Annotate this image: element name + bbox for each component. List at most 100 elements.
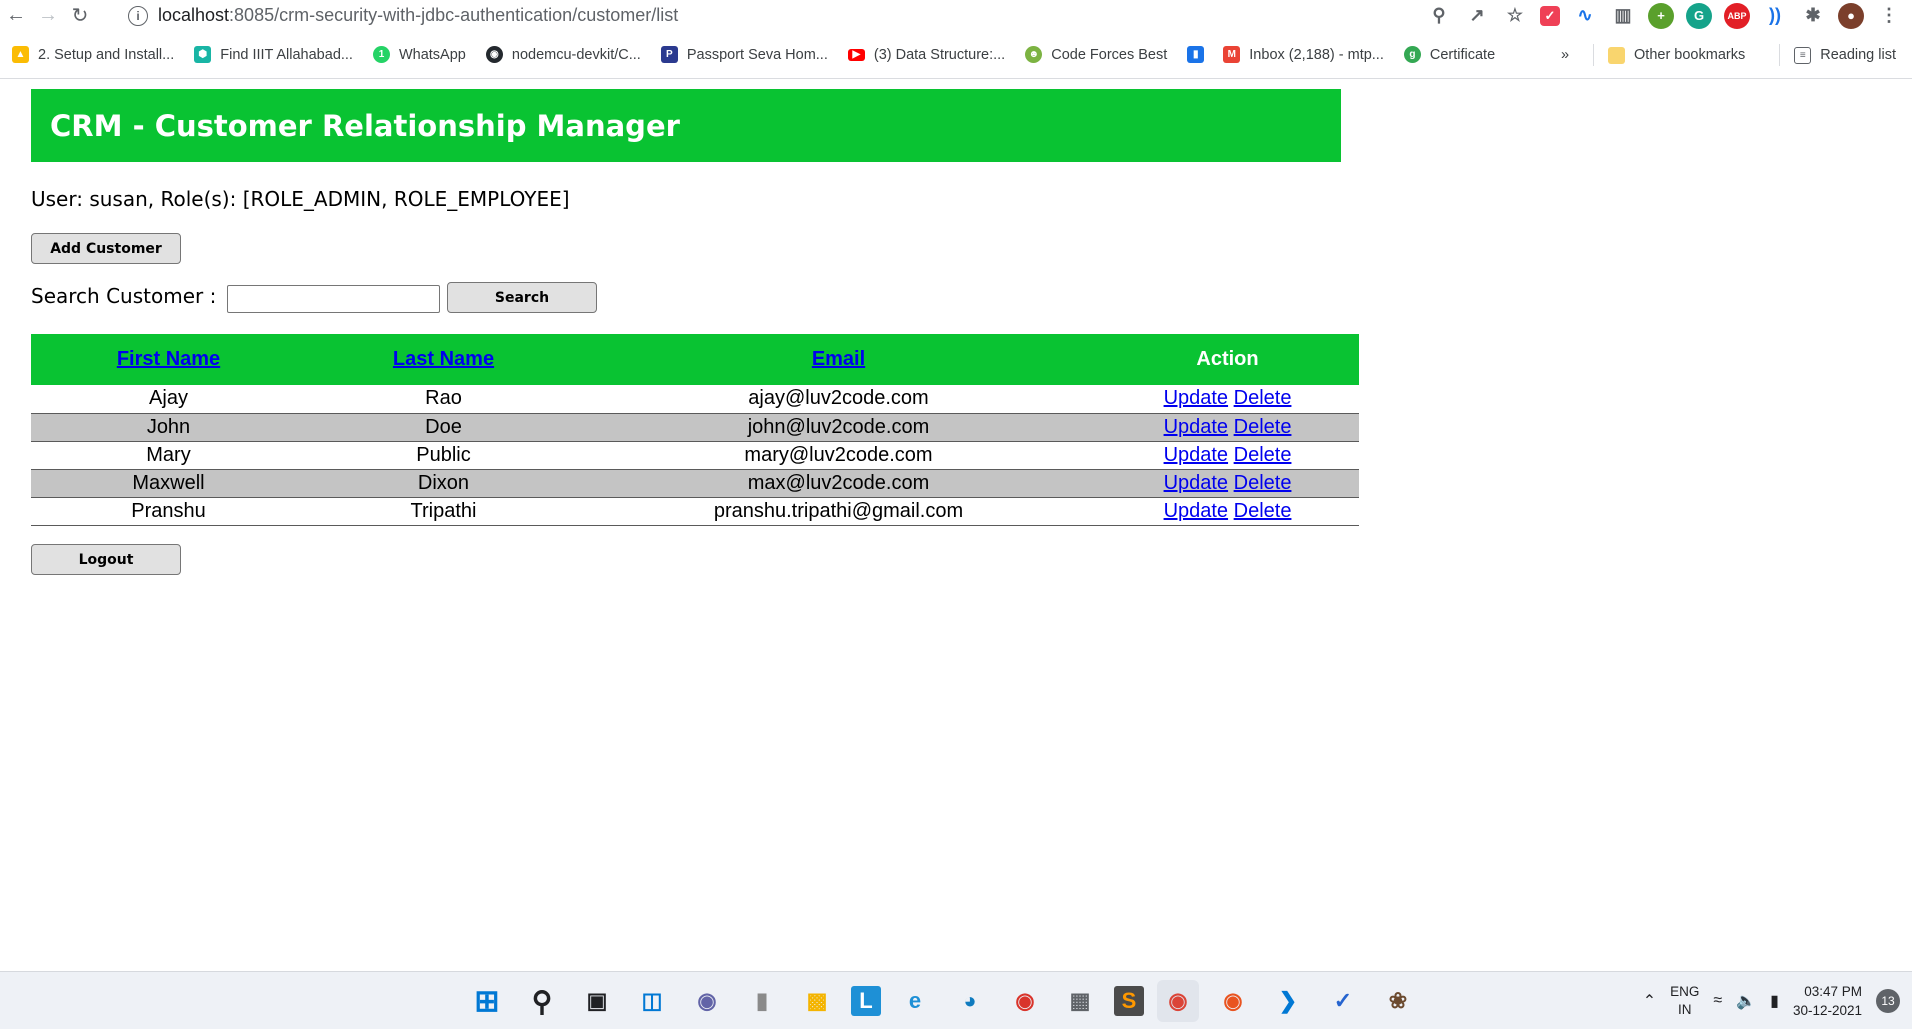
cell-action: Update Delete — [1096, 441, 1359, 470]
cell-email: ajay@luv2code.com — [581, 385, 1096, 414]
sublime-text-icon[interactable]: S — [1114, 986, 1144, 1016]
bookmark-item[interactable]: ▶ (3) Data Structure:... — [847, 47, 1005, 63]
sort-last-name-link[interactable]: Last Name — [393, 348, 494, 370]
cell-action: Update Delete — [1096, 497, 1359, 526]
grammarly-extension-icon[interactable]: G — [1686, 2, 1712, 29]
cell-last-name: Rao — [306, 385, 581, 414]
table-row: Ajay Rao ajay@luv2code.com Update Delete — [31, 385, 1359, 414]
file-explorer-icon[interactable]: ▩ — [796, 980, 838, 1022]
language-indicator[interactable]: ENG IN — [1670, 983, 1699, 1019]
task-view-icon[interactable]: ▣ — [576, 980, 618, 1022]
site-info-icon[interactable]: i — [128, 5, 148, 26]
bookmark-item[interactable]: P Passport Seva Hom... — [660, 46, 828, 63]
share-icon[interactable]: ↗ — [1464, 3, 1490, 29]
bookmark-item[interactable]: 1 WhatsApp — [372, 46, 466, 63]
search-input[interactable] — [227, 285, 440, 313]
read-aloud-extension-icon[interactable]: )) — [1762, 3, 1788, 29]
clock[interactable]: 03:47 PM 30-12-2021 — [1793, 982, 1862, 1020]
more-bookmarks-button[interactable]: » — [1561, 47, 1569, 63]
bookmark-item[interactable]: ⬢ Find IIIT Allahabad... — [194, 46, 353, 63]
bookmark-item[interactable]: ◉ nodemcu-devkit/C... — [485, 46, 641, 63]
folder-icon — [1608, 46, 1626, 64]
cell-last-name: Tripathi — [306, 497, 581, 526]
calculator-icon[interactable]: ▦ — [1059, 980, 1101, 1022]
menu-kebab-icon[interactable]: ⋮ — [1876, 3, 1902, 29]
bookmark-item[interactable]: M Inbox (2,188) - mtp... — [1223, 46, 1384, 63]
reload-icon[interactable]: ↻ — [64, 0, 96, 31]
logout-button[interactable]: Logout — [31, 544, 181, 575]
app-emblem-icon[interactable]: ❀ — [1377, 980, 1419, 1022]
bookmark-item[interactable]: g Certificate — [1403, 46, 1495, 63]
update-link[interactable]: Update — [1164, 500, 1229, 522]
update-link[interactable]: Update — [1164, 416, 1229, 438]
profile-avatar[interactable]: ● — [1838, 2, 1864, 29]
chrome-icon[interactable]: ◉ — [1157, 980, 1199, 1022]
battery-icon[interactable]: ▮ — [1770, 991, 1779, 1011]
windows-start-icon[interactable]: ⊞ — [466, 980, 508, 1022]
delete-link[interactable]: Delete — [1234, 500, 1292, 522]
youtube-icon: ▶ — [847, 48, 865, 61]
chevron-up-icon[interactable]: ⌃ — [1643, 991, 1656, 1011]
vscode-icon[interactable]: ❯ — [1267, 980, 1309, 1022]
widgets-icon[interactable]: ◫ — [631, 980, 673, 1022]
pocket-extension-icon[interactable]: ✓ — [1540, 5, 1560, 26]
puzzle-extensions-icon[interactable]: ✱ — [1800, 3, 1826, 29]
table-row: Pranshu Tripathi pranshu.tripathi@gmail.… — [31, 497, 1359, 526]
cell-first-name: John — [31, 413, 306, 442]
header-email: Email — [581, 334, 1096, 385]
delete-link[interactable]: Delete — [1234, 472, 1292, 494]
edge-icon[interactable]: ◕ — [949, 980, 991, 1022]
back-icon[interactable]: ← — [0, 0, 32, 31]
bookmarks-bar: ▲ 2. Setup and Install... ⬢ Find IIIT Alla… — [0, 31, 1912, 79]
taskbar-apps: ⊞ ⚲ ▣ ◫ ◉ ▮ ▩ L e ◕ ◉ ▦ S ◉ ◉ ❯ ✓ ❀ — [466, 980, 1419, 1022]
gmail-icon: M — [1223, 46, 1241, 63]
stats-extension-icon[interactable]: ▥ — [1610, 3, 1636, 29]
search-icon[interactable]: ⚲ — [521, 980, 563, 1022]
search-button[interactable]: Search — [447, 282, 597, 313]
star-icon[interactable]: ☆ — [1502, 3, 1528, 29]
adblock-extension-icon[interactable]: ABP — [1724, 2, 1750, 29]
update-link[interactable]: Update — [1164, 387, 1229, 409]
bookmark-item[interactable]: ☻ Code Forces Best — [1025, 46, 1167, 63]
internet-explorer-icon[interactable]: e — [894, 980, 936, 1022]
wave-extension-icon[interactable]: ∿ — [1572, 3, 1598, 29]
passport-icon: P — [660, 46, 678, 63]
delete-link[interactable]: Delete — [1234, 416, 1292, 438]
address-bar[interactable]: i localhost:8085/crm-security-with-jdbc-… — [128, 0, 1528, 31]
update-link[interactable]: Update — [1164, 472, 1229, 494]
cell-email: pranshu.tripathi@gmail.com — [581, 497, 1096, 526]
sort-first-name-link[interactable]: First Name — [117, 348, 220, 370]
add-customer-button[interactable]: Add Customer — [31, 233, 181, 264]
app-red-icon[interactable]: ◉ — [1004, 980, 1046, 1022]
github-icon: ◉ — [485, 46, 503, 63]
header-first-name: First Name — [31, 334, 306, 385]
url-text[interactable]: localhost:8085/crm-security-with-jdbc-au… — [158, 5, 678, 26]
cell-email: max@luv2code.com — [581, 469, 1096, 498]
update-link[interactable]: Update — [1164, 444, 1229, 466]
header-last-name: Last Name — [306, 334, 581, 385]
delete-link[interactable]: Delete — [1234, 444, 1292, 466]
microphone-icon[interactable]: ▮ — [741, 980, 783, 1022]
customer-table: First Name Last Name Email Action Ajay R… — [31, 334, 1359, 526]
extensions-area: ⚲ ↗ ☆ ✓ ∿ ▥ + G ABP )) ✱ ● ⋮ — [1426, 0, 1902, 31]
bookmark-item[interactable]: ▲ 2. Setup and Install... — [12, 46, 174, 63]
bookmark-item[interactable]: ▮ — [1187, 46, 1213, 63]
key-icon[interactable]: ⚲ — [1426, 3, 1452, 29]
sort-email-link[interactable]: Email — [812, 348, 865, 370]
forward-icon[interactable]: → — [32, 0, 64, 31]
ubuntu-icon[interactable]: ◉ — [1212, 980, 1254, 1022]
todo-icon[interactable]: ✓ — [1322, 980, 1364, 1022]
plus-extension-icon[interactable]: + — [1648, 2, 1674, 29]
page-content: CRM - Customer Relationship Manager User… — [0, 80, 1912, 970]
volume-icon[interactable]: 🔈 — [1736, 991, 1756, 1011]
delete-link[interactable]: Delete — [1234, 387, 1292, 409]
other-bookmarks-folder[interactable]: Other bookmarks — [1608, 46, 1745, 64]
bookmarks-right: » Other bookmarks ≡ Reading list — [1561, 31, 1896, 79]
wifi-icon[interactable]: ≈ — [1713, 992, 1722, 1010]
l-app-icon[interactable]: L — [851, 986, 881, 1016]
teams-chat-icon[interactable]: ◉ — [686, 980, 728, 1022]
notifications-badge[interactable]: 13 — [1876, 989, 1900, 1013]
reading-list-button[interactable]: ≡ Reading list — [1794, 46, 1896, 64]
android-icon: ☻ — [1025, 46, 1043, 63]
cell-last-name: Public — [306, 441, 581, 470]
